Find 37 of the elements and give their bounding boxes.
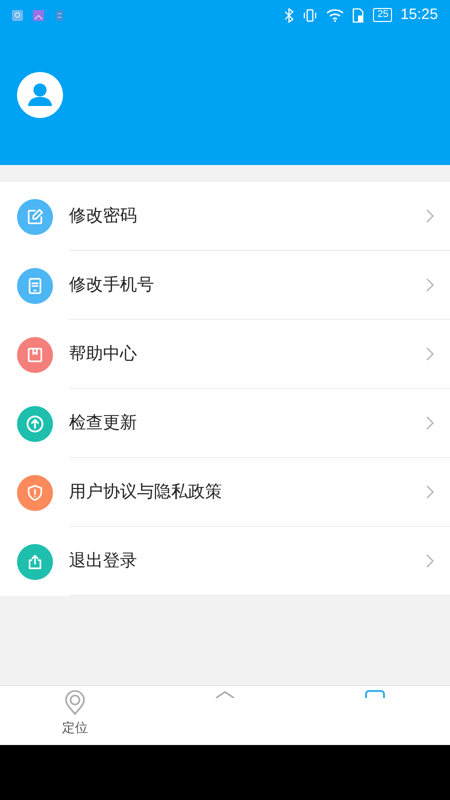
chevron-right-icon xyxy=(426,347,434,361)
menu-item-label: 用户协议与隐私政策 xyxy=(69,481,223,504)
menu-item-label: 帮助中心 xyxy=(69,343,138,366)
menu-item[interactable]: 检查更新 xyxy=(0,389,450,458)
battery-indicator: 25 xyxy=(373,8,392,22)
avatar-icon[interactable] xyxy=(17,72,63,118)
chevron-right-icon xyxy=(426,278,434,292)
menu-item-label: 退出登录 xyxy=(69,550,138,572)
tab[interactable]: 定位 xyxy=(0,686,150,745)
menu-item[interactable]: 用户协议与隐私政策 xyxy=(0,458,450,527)
pencil-square-icon xyxy=(26,208,44,226)
menu-item[interactable]: 帮助中心 xyxy=(0,320,450,389)
image-icon xyxy=(33,10,44,20)
storage-icon xyxy=(54,10,65,20)
menu-item-label: 检查更新 xyxy=(69,412,138,434)
share-icon xyxy=(26,552,44,570)
vibrate-icon xyxy=(302,8,318,22)
tablet-icon xyxy=(26,276,44,294)
chevron-right-icon xyxy=(426,209,434,223)
roof-icon xyxy=(213,690,237,698)
location-icon xyxy=(12,10,23,20)
wifi-icon xyxy=(326,8,344,22)
menu-item[interactable]: 退出登录 xyxy=(0,527,450,596)
arrow-up-circle-icon xyxy=(25,414,45,434)
clock: 15:25 xyxy=(400,4,438,25)
chevron-right-icon xyxy=(426,416,434,430)
menu-item[interactable]: 修改手机号 xyxy=(0,251,450,320)
chevron-right-icon xyxy=(426,554,434,568)
menu-item-label: 修改手机号 xyxy=(69,274,155,296)
location-pin-icon xyxy=(63,690,87,716)
menu-item[interactable]: 修改密码 xyxy=(0,182,450,251)
bookmark-icon xyxy=(26,346,44,364)
menu-item-label: 修改密码 xyxy=(69,205,138,228)
sim-card-icon xyxy=(352,8,366,22)
chevron-right-icon xyxy=(426,485,434,499)
shield-icon xyxy=(26,484,44,502)
bluetooth-icon xyxy=(284,8,294,22)
